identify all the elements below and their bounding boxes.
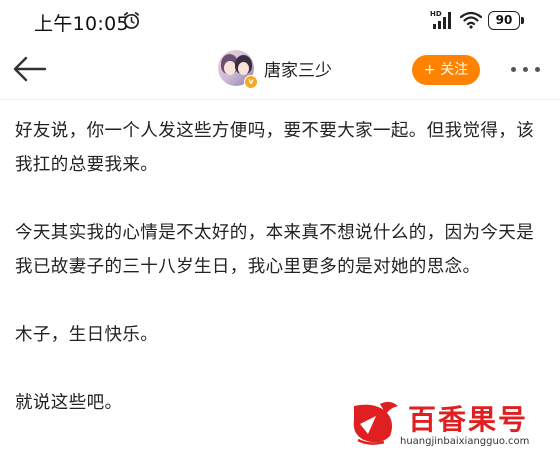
post-paragraph: 今天其实我的心情是不太好的，本来真不想说什么的，因为今天是我已故妻子的三十八岁生… [15,223,535,277]
status-bar: 上午10:05 HD 90 [0,0,560,42]
verified-badge: v [244,75,258,89]
status-time: 上午10:05 [34,13,129,35]
more-dot [535,67,540,72]
hd-signal-icon: HD [430,10,451,29]
follow-button[interactable]: + 关注 [412,55,480,85]
battery-icon: 90 [488,11,520,30]
svg-text:HD: HD [430,10,442,18]
avatar-face-right [238,62,249,75]
watermark-title: 百香果号 [408,403,529,436]
post-paragraph: 好友说，你一个人发这些方便吗，要不要大家一起。但我觉得，该我扛的总要我来。 [15,121,535,175]
nav-username[interactable]: 唐家三少 [264,56,332,81]
passion-fruit-logo-icon [353,401,398,445]
watermark-url: huangjinbaixiangguo.com [400,436,530,447]
more-dot [511,67,516,72]
post-paragraph: 木子，生日快乐。 [15,325,159,345]
more-dot [523,67,528,72]
alarm-icon [123,12,140,29]
battery-tip [521,17,524,24]
arrow-left-icon[interactable] [12,54,48,84]
nav-bar: v 唐家三少 + 关注 [0,42,560,100]
battery-level: 90 [495,13,513,27]
more-dots-icon[interactable] [506,54,546,84]
watermark: 百香果号 huangjinbaixiangguo.com [350,392,560,456]
wifi-icon [460,11,482,29]
